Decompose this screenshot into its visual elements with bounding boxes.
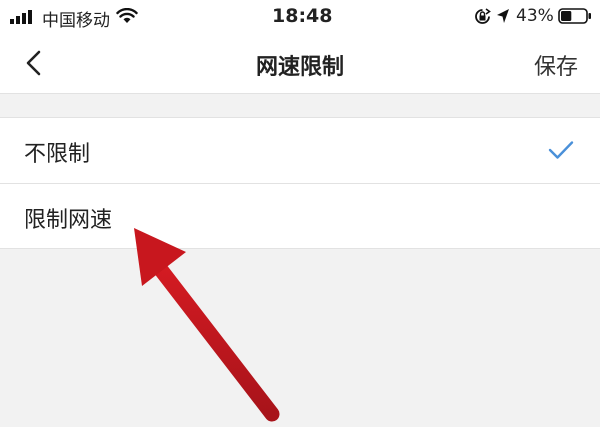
location-icon <box>497 9 509 23</box>
battery-percent: 43% <box>516 6 554 26</box>
option-label: 限制网速 <box>24 208 113 233</box>
battery-icon <box>558 8 591 24</box>
orientation-lock-icon <box>475 8 491 24</box>
status-time: 18:48 <box>272 5 333 27</box>
wifi-icon <box>116 8 138 23</box>
checkmark-icon <box>548 141 574 159</box>
chevron-left-icon[interactable] <box>24 50 44 76</box>
carrier-name: 中国移动 <box>42 11 110 31</box>
option-unlimited[interactable]: 不限制 <box>0 118 600 183</box>
option-limit-speed[interactable]: 限制网速 <box>0 183 600 248</box>
speed-limit-options: 不限制 限制网速 <box>0 117 600 249</box>
nav-bar: 网速限制 保存 <box>0 32 600 94</box>
status-bar: 中国移动 18:48 43% <box>0 0 600 32</box>
signal-icon <box>10 10 32 24</box>
save-button[interactable]: 保存 <box>534 49 578 81</box>
option-label: 不限制 <box>24 142 91 167</box>
page-title: 网速限制 <box>255 55 344 80</box>
